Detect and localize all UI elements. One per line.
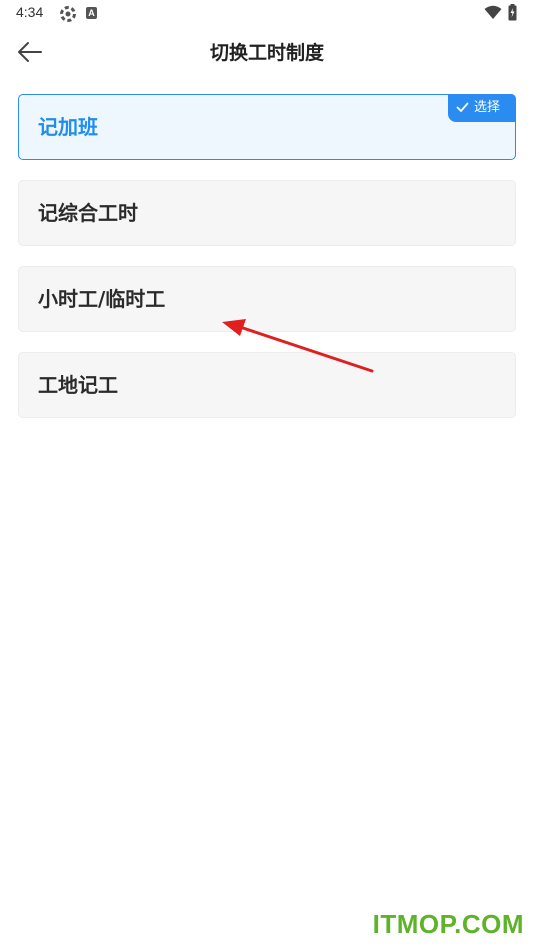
option-hourly-temp-worker[interactable]: 小时工/临时工 xyxy=(18,266,516,332)
watermark-logo: ITMOP.COM xyxy=(372,909,524,939)
battery-icon xyxy=(508,4,517,21)
a-badge-icon: A xyxy=(86,7,97,19)
option-label: 小时工/临时工 xyxy=(38,287,166,311)
status-time: 4:34 xyxy=(16,4,44,20)
option-site-attendance[interactable]: 工地记工 xyxy=(18,352,516,418)
gear-icon xyxy=(60,6,76,22)
wifi-icon xyxy=(484,5,502,19)
selected-badge: 选择 xyxy=(448,94,516,122)
option-overtime[interactable]: 记加班 选择 xyxy=(18,94,516,160)
option-label: 记加班 xyxy=(38,115,98,139)
header: 切换工时制度 xyxy=(0,28,534,76)
page-title: 切换工时制度 xyxy=(209,42,324,64)
option-comprehensive-hours[interactable]: 记综合工时 xyxy=(18,180,516,246)
option-label: 记综合工时 xyxy=(38,201,138,225)
check-icon xyxy=(456,102,469,112)
selected-badge-label: 选择 xyxy=(474,100,501,115)
status-bar: 4:34 A xyxy=(0,0,534,28)
option-label: 工地记工 xyxy=(38,373,118,397)
